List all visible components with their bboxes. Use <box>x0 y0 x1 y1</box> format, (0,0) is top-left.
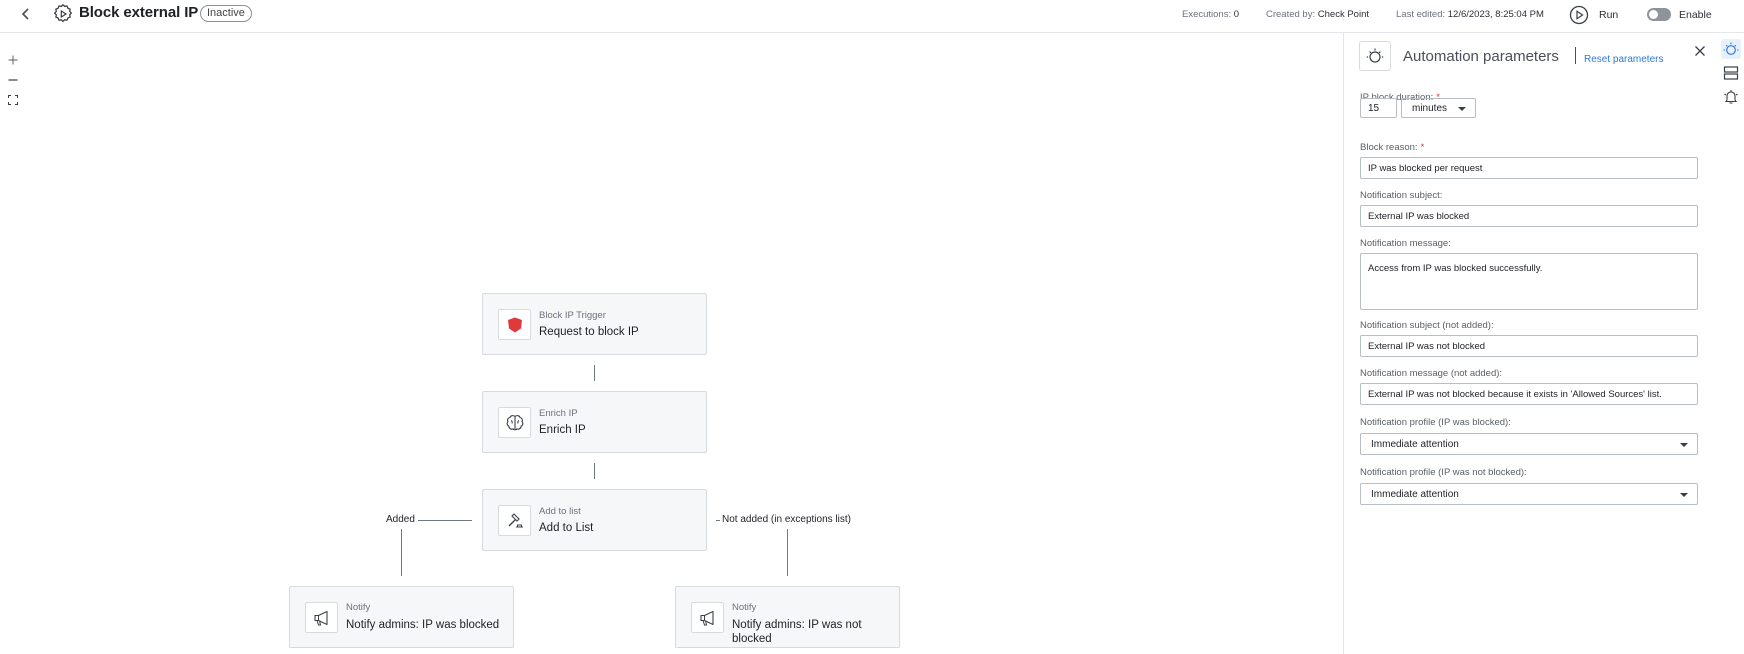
megaphone-icon <box>699 610 714 625</box>
notification-profile-not-blocked-label: Notification profile (IP was not blocked… <box>1360 467 1527 478</box>
chevron-down-icon <box>1458 107 1466 111</box>
edge-label-not-added: Not added (in exceptions list) <box>722 514 851 525</box>
run-play-icon[interactable] <box>1569 5 1589 25</box>
automation-parameters-panel: Automation parameters Reset parameters I… <box>1343 33 1717 654</box>
node-type: Notify <box>346 602 371 613</box>
zoom-out-button[interactable] <box>5 72 21 88</box>
last-edited: Last edited: 12/6/2023, 8:25:04 PM <box>1396 9 1544 20</box>
node-name: Notify admins: IP was blocked <box>346 619 500 631</box>
shield-icon <box>507 317 522 332</box>
fit-view-button[interactable] <box>5 92 21 108</box>
connector-line <box>594 463 595 479</box>
node-icon-box <box>498 309 531 340</box>
plus-icon <box>8 55 18 65</box>
node-icon-box <box>305 602 338 633</box>
rail-layout-button[interactable] <box>1721 63 1741 83</box>
edge-label-added: Added <box>386 514 415 525</box>
panel-title: Automation parameters <box>1403 48 1559 65</box>
notification-subject-not-added-input[interactable] <box>1360 335 1698 357</box>
notification-subject-label: Notification subject: <box>1360 190 1443 201</box>
node-add-to-list[interactable]: Add to list Add to List <box>482 489 707 551</box>
close-icon[interactable] <box>1693 44 1707 58</box>
block-reason-input[interactable] <box>1360 157 1698 179</box>
workflow-canvas[interactable]: Block IP Trigger Request to block IP Enr… <box>0 33 1343 654</box>
status-badge: Inactive <box>200 5 252 22</box>
notification-message-not-added-label: Notification message (not added): <box>1360 368 1503 379</box>
notification-message-label: Notification message: <box>1360 238 1451 249</box>
page-title: Block external IP <box>79 4 199 21</box>
top-bar: Block external IP Inactive Executions: 0… <box>0 0 1744 33</box>
node-icon-box <box>498 505 531 536</box>
notification-profile-blocked-label: Notification profile (IP was blocked): <box>1360 417 1511 428</box>
node-notify-not-blocked[interactable]: Notify Notify admins: IP was not blocked <box>675 586 900 648</box>
fit-screen-icon <box>8 95 18 105</box>
notification-subject-input[interactable] <box>1360 205 1698 227</box>
node-type: Add to list <box>539 506 581 517</box>
node-enrich-ip[interactable]: Enrich IP Enrich IP <box>482 391 707 453</box>
connector-line <box>401 529 402 576</box>
node-type: Block IP Trigger <box>539 310 606 321</box>
minus-icon <box>8 79 18 81</box>
node-type: Enrich IP <box>539 408 578 419</box>
connector-line <box>418 520 472 521</box>
run-button[interactable]: Run <box>1599 9 1618 21</box>
select-value: Immediate attention <box>1371 488 1459 500</box>
chevron-down-icon <box>1680 493 1688 497</box>
side-rail <box>1717 33 1744 654</box>
rail-notifications-button[interactable] <box>1721 87 1741 107</box>
automation-gear-icon <box>53 3 73 23</box>
megaphone-icon <box>313 610 328 625</box>
ip-block-duration-input[interactable] <box>1360 98 1397 118</box>
block-reason-label: Block reason: * <box>1360 142 1425 153</box>
chevron-down-icon <box>1680 443 1688 447</box>
select-value: Immediate attention <box>1371 438 1459 450</box>
connector-line <box>716 520 720 521</box>
automation-params-icon <box>1723 42 1739 55</box>
node-name: Add to List <box>539 522 594 534</box>
notification-subject-not-added-label: Notification subject (not added): <box>1360 320 1494 331</box>
node-name: Enrich IP <box>539 424 586 436</box>
executions-count: Executions: 0 <box>1182 9 1240 20</box>
node-name: Notify admins: IP was not blocked <box>732 619 862 645</box>
connector-line <box>787 529 788 576</box>
enable-label: Enable <box>1679 9 1712 21</box>
notification-bell-icon <box>1724 90 1738 104</box>
duration-unit-select[interactable]: minutes <box>1401 98 1476 118</box>
node-name: Request to block IP <box>539 326 639 338</box>
enable-toggle[interactable] <box>1647 8 1671 21</box>
back-arrow-icon[interactable] <box>18 6 34 22</box>
notification-profile-blocked-select[interactable]: Immediate attention <box>1360 433 1698 455</box>
reset-parameters-link[interactable]: Reset parameters <box>1584 54 1663 65</box>
created-by: Created by: Check Point <box>1266 9 1369 20</box>
panel-icon-box <box>1359 41 1391 71</box>
zoom-in-button[interactable] <box>5 52 21 68</box>
node-icon-box <box>691 602 724 633</box>
brain-icon <box>506 414 523 430</box>
node-icon-box <box>498 407 531 438</box>
notification-profile-not-blocked-select[interactable]: Immediate attention <box>1360 483 1698 505</box>
rail-automation-params-button[interactable] <box>1721 39 1741 59</box>
gavel-icon <box>508 512 523 527</box>
notification-message-textarea[interactable]: Access from IP was blocked successfully. <box>1360 253 1698 310</box>
duration-unit-value: minutes <box>1412 102 1448 114</box>
layout-icon <box>1723 66 1739 80</box>
node-notify-blocked[interactable]: Notify Notify admins: IP was blocked <box>289 586 514 648</box>
automation-params-icon <box>1366 48 1384 63</box>
notification-message-not-added-input[interactable] <box>1360 383 1698 405</box>
node-block-ip-trigger[interactable]: Block IP Trigger Request to block IP <box>482 293 707 355</box>
node-type: Notify <box>732 602 757 613</box>
title-separator <box>1575 47 1576 64</box>
connector-line <box>594 365 595 381</box>
